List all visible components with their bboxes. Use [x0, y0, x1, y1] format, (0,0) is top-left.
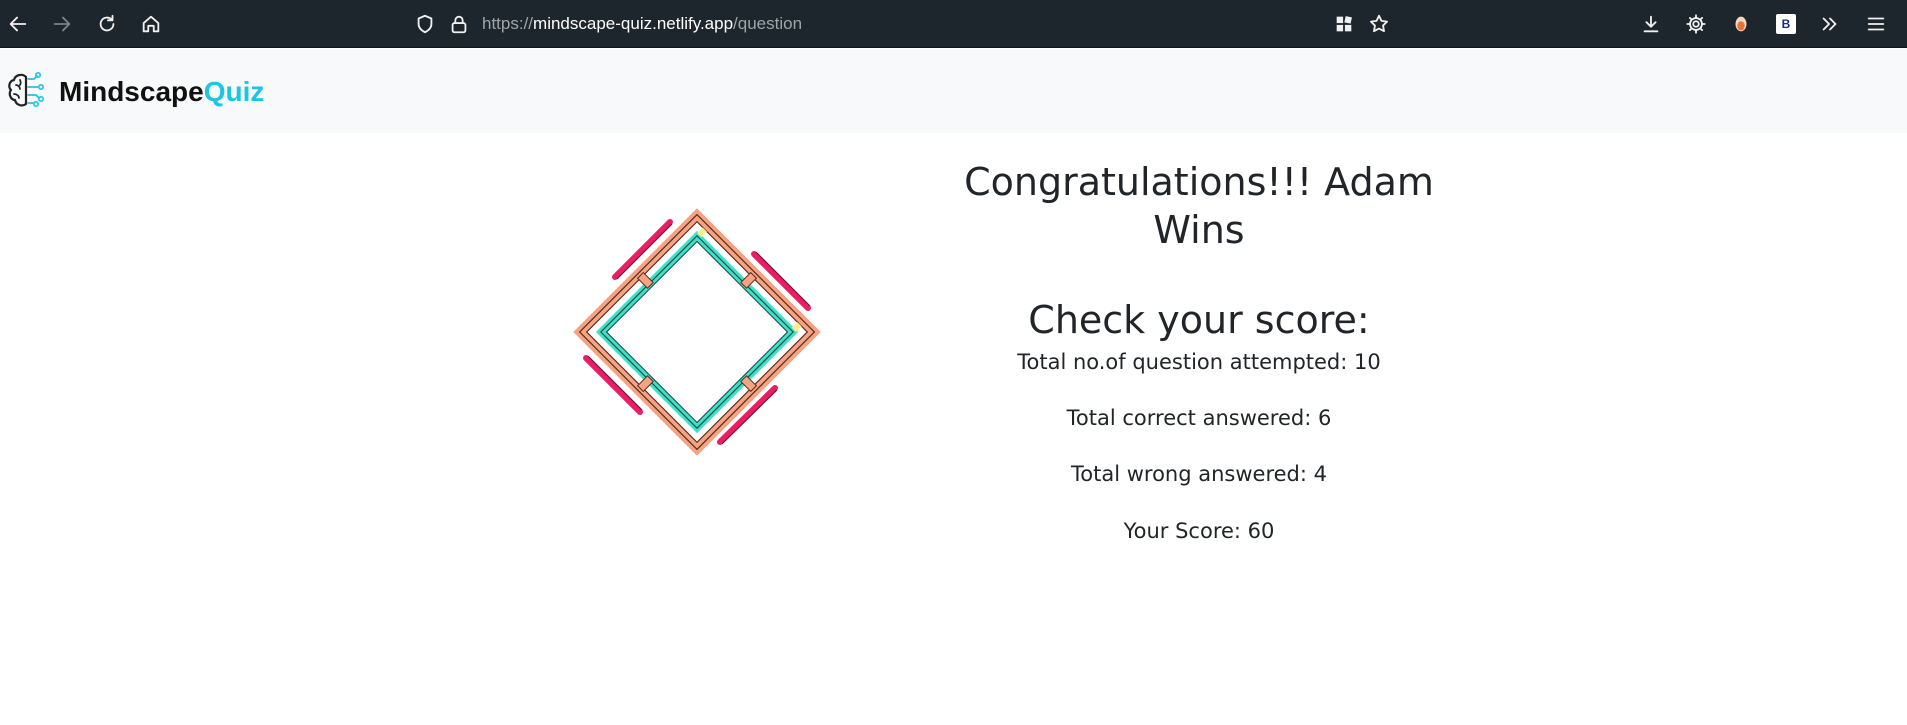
- url-host: mindscape-quiz.netlify.app: [533, 14, 734, 33]
- extension-fox-button[interactable]: [1723, 6, 1759, 42]
- gear-icon: [1686, 14, 1706, 34]
- back-button[interactable]: [0, 6, 36, 42]
- address-bar[interactable]: https://mindscape-quiz.netlify.app/quest…: [482, 11, 802, 37]
- extension-b-icon: B: [1776, 14, 1796, 34]
- home-button[interactable]: [133, 6, 169, 42]
- back-icon: [9, 16, 27, 32]
- grid-icon: [1336, 16, 1352, 32]
- reload-icon: [99, 14, 115, 32]
- trophy-frame-illustration: [573, 208, 821, 456]
- download-icon: [1643, 15, 1659, 33]
- result-panel: Congratulations!!! Adam Wins Check your …: [960, 158, 1438, 545]
- downloads-button[interactable]: [1633, 6, 1669, 42]
- correct-count: Total correct answered: 6: [1066, 406, 1332, 430]
- extension-b-button[interactable]: B: [1768, 6, 1804, 42]
- brand-name-part2: Quiz: [203, 76, 265, 107]
- browser-toolbar: https://mindscape-quiz.netlify.app/quest…: [0, 0, 1907, 48]
- attempted-count: Total no.of question attempted: 10: [1017, 350, 1381, 374]
- tracking-protection-button[interactable]: [407, 6, 443, 42]
- url-scheme: https://: [482, 14, 534, 33]
- site-security-button[interactable]: [441, 6, 477, 42]
- wrong-count: Total wrong answered: 4: [1071, 462, 1327, 486]
- extension-icon: [1735, 16, 1747, 32]
- reload-button[interactable]: [89, 6, 125, 42]
- app-navbar: MindscapeQuiz: [0, 49, 1907, 133]
- more-tools-button[interactable]: [1812, 6, 1848, 42]
- forward-button[interactable]: [44, 6, 80, 42]
- brand-name-part1: Mindscape: [59, 76, 204, 107]
- settings-button[interactable]: [1678, 6, 1714, 42]
- home-icon: [142, 15, 160, 33]
- menu-icon: [1867, 17, 1885, 31]
- final-score: Your Score: 60: [1123, 519, 1275, 543]
- score-heading: Check your score:: [1028, 298, 1370, 342]
- more-tools-icon: [1822, 17, 1837, 31]
- bookmark-button[interactable]: [1361, 6, 1397, 42]
- brain-logo-icon[interactable]: [6, 69, 48, 113]
- url-path: /question: [733, 14, 803, 33]
- winner-heading: Congratulations!!! Adam Wins: [964, 160, 1434, 252]
- app-menu-button[interactable]: [1858, 6, 1894, 42]
- shield-icon: [417, 14, 433, 34]
- forward-icon: [53, 16, 71, 32]
- brand-name[interactable]: MindscapeQuiz: [59, 76, 264, 108]
- star-icon: [1370, 14, 1388, 33]
- app-grid-button[interactable]: [1326, 6, 1362, 42]
- lock-icon: [451, 15, 467, 34]
